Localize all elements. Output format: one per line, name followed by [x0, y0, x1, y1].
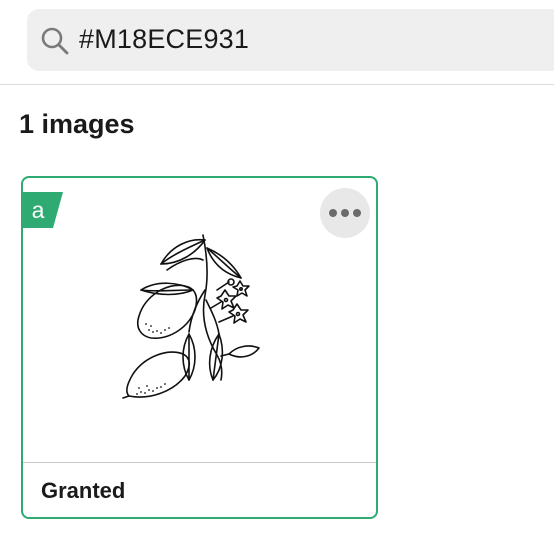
more-options-icon — [329, 209, 361, 217]
lemon-branch-illustration[interactable] — [109, 230, 289, 410]
search-icon — [41, 27, 69, 55]
card-divider — [23, 462, 376, 463]
license-status: Granted — [41, 478, 126, 503]
search-query[interactable]: #M18ECE931 — [79, 24, 249, 55]
asset-badge-icon: a — [23, 192, 63, 228]
badge-letter: a — [32, 197, 45, 223]
page: #M18ECE931 1 images a Granted — [0, 0, 554, 554]
results-count: 1 images — [19, 109, 135, 139]
more-options-button[interactable] — [320, 188, 370, 238]
image-card[interactable]: a Granted — [21, 176, 378, 519]
search-header: #M18ECE931 — [0, 0, 554, 85]
search-input[interactable]: #M18ECE931 — [27, 9, 554, 71]
